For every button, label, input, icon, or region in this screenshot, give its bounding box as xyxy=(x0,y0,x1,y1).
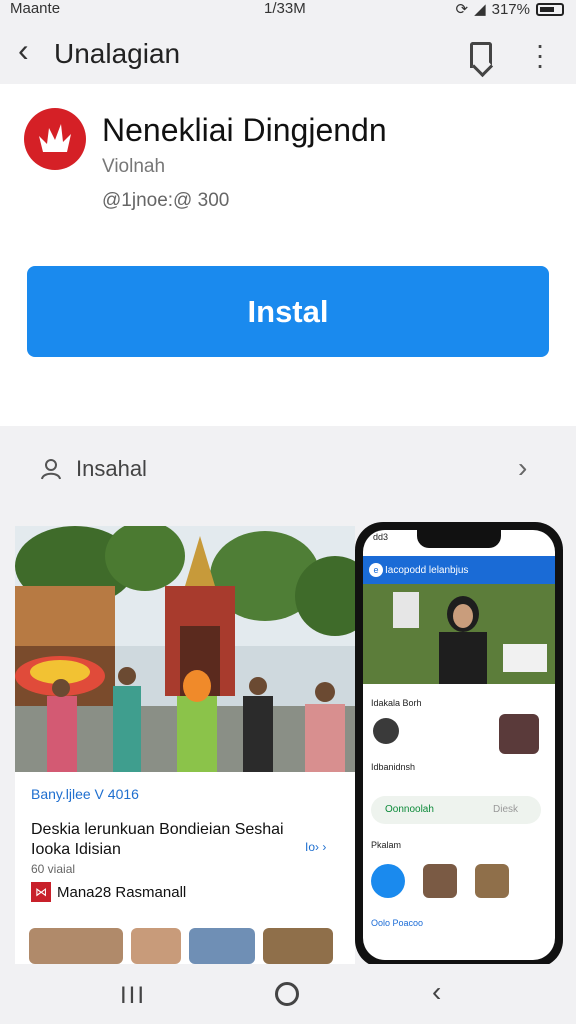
promo-brand: ⋈ Mana28 Rasmanall xyxy=(31,882,186,902)
phone-circle xyxy=(371,864,405,898)
brand-logo-icon: ⋈ xyxy=(31,882,51,902)
app-e-icon: e xyxy=(369,563,383,577)
phone-avatar xyxy=(373,718,399,744)
phone-line-2: Idbanidnsh xyxy=(371,762,416,772)
phone-thumb xyxy=(499,714,539,754)
screenshot-gallery[interactable]: Bany.ljlee V 4016 Deskia lerunkuan Bondi… xyxy=(15,522,563,968)
promo-more-link[interactable]: Io› › xyxy=(305,840,326,854)
app-logo-icon xyxy=(24,108,86,170)
phone-mockup: dd3 e Iacopodd lelanbjus Idakala Borh Id… xyxy=(355,522,563,968)
phone-circle xyxy=(475,864,509,898)
promo-brand-label: Mana28 Rasmanall xyxy=(57,883,187,901)
promo-panel: Bany.ljlee V 4016 Deskia lerunkuan Bondi… xyxy=(15,772,355,964)
promo-headline: Deskia lerunkuan Bondieian Seshai Iooka … xyxy=(31,821,284,858)
section-row[interactable]: Insahal › xyxy=(0,440,576,500)
section-label: Insahal xyxy=(76,456,147,481)
status-icons: ⟳ ◢ 317% xyxy=(455,0,564,18)
promo-tag: Bany.ljlee V 4016 xyxy=(31,786,139,802)
status-bar: Maante 1/33M ⟳ ◢ 317% xyxy=(0,0,576,20)
system-nav-bar: III ‹ xyxy=(0,964,576,1024)
phone-screen: dd3 e Iacopodd lelanbjus Idakala Borh Id… xyxy=(363,530,555,960)
bookmark-icon[interactable] xyxy=(470,42,492,68)
phone-pill-left: Oonnoolah xyxy=(385,804,434,815)
signal-icon: ◢ xyxy=(474,1,486,18)
thumbnail[interactable] xyxy=(189,928,255,964)
nav-back-icon[interactable]: ‹ xyxy=(432,976,441,1008)
phone-line-3: Pkalam xyxy=(371,840,402,850)
thumbnail[interactable] xyxy=(29,928,123,964)
phone-feature-photo xyxy=(363,584,555,684)
phone-line-1: Idakala Borh xyxy=(371,698,422,708)
battery-percent: 317% xyxy=(491,0,530,18)
app-info-card: Nenekliai Dingjendn Violnah @1jnoe:@ 300… xyxy=(0,84,576,426)
phone-header-title: Iacopodd lelanbjus xyxy=(385,564,469,576)
back-arrow-icon[interactable]: ‹ xyxy=(18,34,29,66)
app-bar: ‹ Unalagian · · · xyxy=(0,20,576,84)
village-photo xyxy=(15,526,355,772)
phone-notch xyxy=(417,530,501,548)
app-meta: @1jnoe:@ 300 xyxy=(102,190,230,211)
battery-icon xyxy=(536,2,564,16)
status-time: 1/33M xyxy=(264,0,306,17)
carrier-label: Maante xyxy=(10,0,61,17)
phone-pill-right: Diesk xyxy=(493,804,519,815)
more-options-icon[interactable]: · · · xyxy=(530,31,550,79)
app-name: Nenekliai Dingjendn xyxy=(102,112,387,148)
app-publisher: Violnah xyxy=(102,156,166,177)
page-title: Unalagian xyxy=(54,38,181,69)
phone-app-header: e Iacopodd lelanbjus xyxy=(363,556,555,584)
phone-status: dd3 xyxy=(373,532,389,542)
sync-icon: ⟳ xyxy=(455,1,469,18)
phone-line-4: Oolo Poacoo xyxy=(371,918,424,928)
thumbnail[interactable] xyxy=(263,928,333,964)
thumbnail[interactable] xyxy=(131,928,181,964)
phone-pill: Oonnoolah Diesk xyxy=(371,796,541,824)
promo-sub: 60 viaial xyxy=(31,862,76,876)
recents-icon[interactable]: III xyxy=(120,982,146,1010)
chevron-right-icon[interactable]: › xyxy=(518,452,527,484)
phone-circle xyxy=(423,864,457,898)
phone-circles xyxy=(371,864,509,898)
promo-thumbnails xyxy=(29,928,333,964)
person-icon xyxy=(40,458,62,485)
home-icon[interactable] xyxy=(275,982,299,1006)
install-button[interactable]: Instal xyxy=(27,266,549,357)
